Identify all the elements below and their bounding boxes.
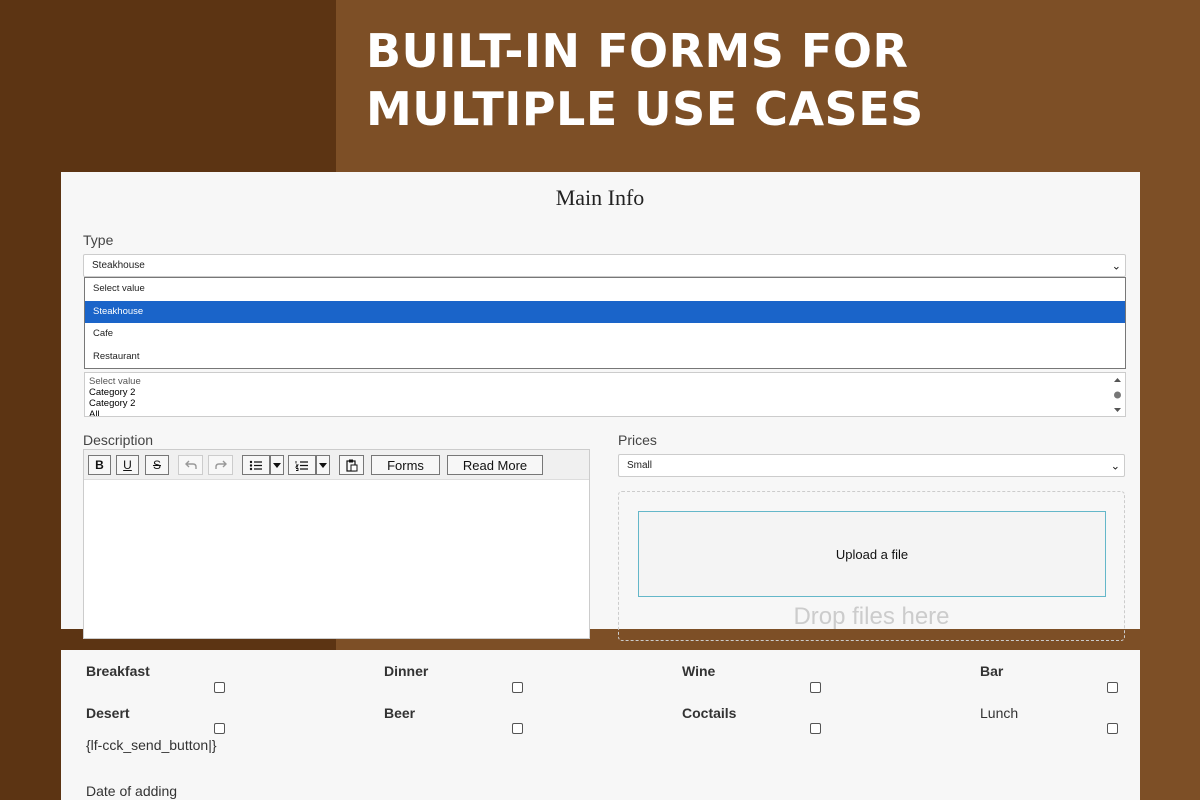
dropdown-option[interactable]: Restaurant (85, 346, 1125, 369)
headline: BUILT-IN FORMS FOR MULTIPLE USE CASES (366, 24, 924, 136)
scrollbar[interactable] (1113, 376, 1122, 414)
checkbox-label-lunch: Lunch (980, 705, 1019, 721)
read-more-button[interactable]: Read More (447, 455, 543, 475)
checkbox-desert[interactable] (214, 723, 225, 734)
bullet-list-dropdown-icon[interactable] (270, 455, 284, 475)
category-option[interactable]: Select value (89, 376, 1121, 387)
upload-file-button[interactable]: Upload a file (638, 511, 1106, 597)
send-button-placeholder: {lf-cck_send_button|} (86, 737, 217, 753)
checkbox-label-bar: Bar (980, 663, 1004, 679)
checkbox-coctails[interactable] (810, 723, 821, 734)
editor-toolbar: B U S Forms Read More (84, 450, 589, 480)
checkbox-label-dinner: Dinner (384, 663, 429, 679)
checkbox-bar[interactable] (1107, 682, 1118, 693)
category-option[interactable]: Category 2 (89, 398, 1121, 409)
date-of-adding-label: Date of adding (86, 783, 178, 799)
checkbox-wine[interactable] (810, 682, 821, 693)
checkbox-label-coctails: Coctails (682, 705, 737, 721)
dropdown-option[interactable]: Cafe (85, 323, 1125, 346)
strikethrough-button[interactable]: S (145, 455, 169, 475)
undo-icon[interactable] (178, 455, 203, 475)
dropdown-option-selected[interactable]: Steakhouse (85, 300, 1125, 323)
checkbox-label-desert: Desert (86, 705, 130, 721)
numbered-list-icon[interactable] (288, 455, 316, 475)
prices-label: Prices (618, 432, 657, 448)
checkbox-dinner[interactable] (512, 682, 523, 693)
description-label: Description (83, 432, 154, 448)
prices-select[interactable]: Small ⌄ (618, 454, 1125, 477)
type-label: Type (83, 232, 114, 248)
chevron-down-icon: ⌄ (1110, 460, 1120, 472)
chevron-down-icon: ⌄ (1111, 260, 1121, 272)
category-option[interactable]: All (89, 409, 1121, 416)
checkbox-label-breakfast: Breakfast (86, 663, 150, 679)
checkbox-label-beer: Beer (384, 705, 416, 721)
redo-icon[interactable] (208, 455, 233, 475)
category-multiselect[interactable]: Select value Category 2 Category 2 All (84, 372, 1126, 417)
bullet-list-icon[interactable] (242, 455, 270, 475)
type-select-value: Steakhouse (92, 260, 145, 271)
forms-button[interactable]: Forms (371, 455, 440, 475)
bold-button[interactable]: B (88, 455, 111, 475)
dropdown-option[interactable]: Select value (85, 278, 1125, 301)
description-editor[interactable]: B U S Forms Read More (83, 449, 590, 639)
checkbox-breakfast[interactable] (214, 682, 225, 693)
checkbox-beer[interactable] (512, 723, 523, 734)
prices-select-value: Small (627, 460, 653, 471)
underline-button[interactable]: U (116, 455, 139, 475)
numbered-list-dropdown-icon[interactable] (316, 455, 330, 475)
category-option[interactable]: Category 2 (89, 387, 1121, 398)
drop-files-text: Drop files here (793, 603, 950, 630)
paste-icon[interactable] (339, 455, 364, 475)
type-dropdown-list: Select value Steakhouse Cafe Restaurant (84, 277, 1126, 369)
checkbox-label-wine: Wine (682, 663, 716, 679)
type-select[interactable]: Steakhouse ⌄ (83, 254, 1126, 277)
panel-title: Main Info (555, 185, 645, 210)
checkbox-lunch[interactable] (1107, 723, 1118, 734)
